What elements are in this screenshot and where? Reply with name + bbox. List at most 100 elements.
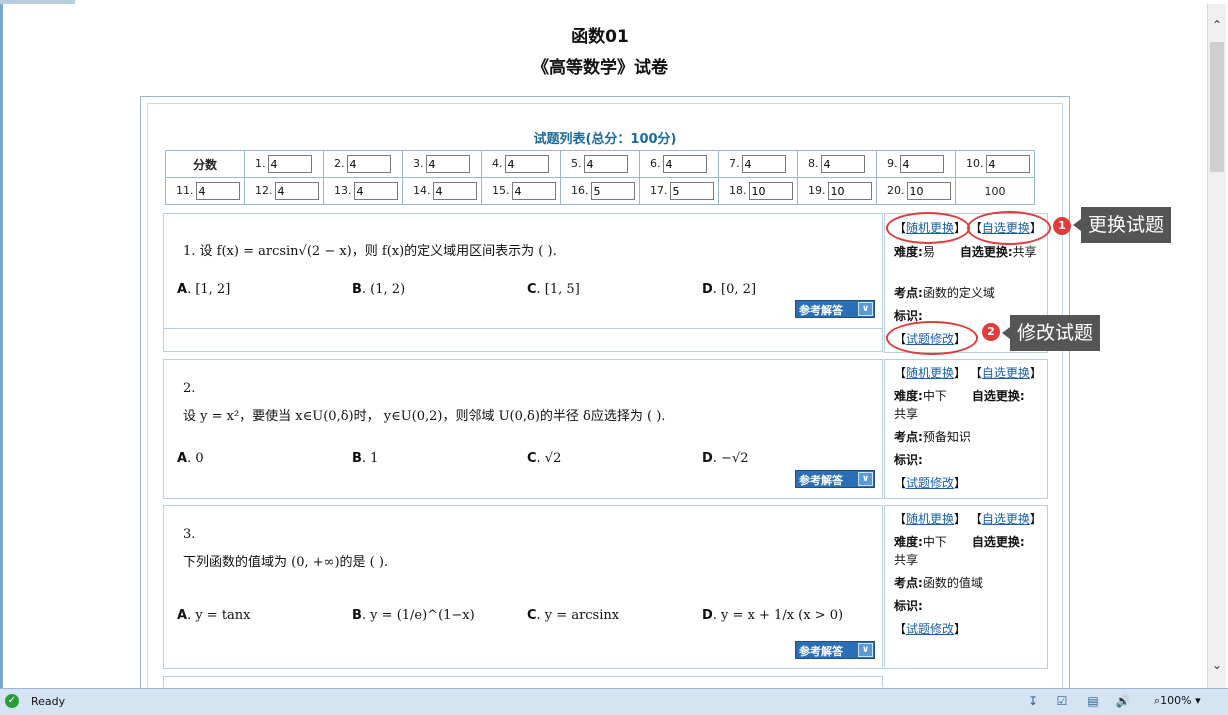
question-2-option-a[interactable]: A. 0 — [177, 451, 204, 466]
score-input[interactable] — [267, 155, 312, 173]
random-change-link[interactable]: 随机更换 — [906, 512, 954, 526]
speaker-icon[interactable]: 🔊 — [1114, 693, 1132, 709]
checkbox-icon[interactable]: ☑ — [1053, 693, 1071, 709]
score-input[interactable] — [353, 182, 398, 200]
score-input[interactable] — [425, 155, 470, 173]
score-input[interactable] — [741, 155, 786, 173]
score-input[interactable] — [511, 182, 556, 200]
download-icon[interactable]: ↧ — [1024, 693, 1042, 709]
score-num: 8. — [808, 157, 819, 170]
annotation-ellipse-random — [886, 212, 970, 244]
score-num: 15. — [492, 184, 510, 197]
question-3-option-c[interactable]: C. y = arcsinx — [527, 608, 619, 623]
option-value: . √2 — [536, 451, 562, 466]
window-icon[interactable]: ▤ — [1084, 693, 1102, 709]
score-cell: 1. — [244, 150, 324, 178]
difficulty-value: 中下 — [922, 389, 947, 403]
scroll-thumb[interactable] — [1210, 42, 1224, 172]
question-3-option-b[interactable]: B. y = (1/e)^(1−x) — [352, 608, 475, 623]
score-cell: 4. — [481, 150, 561, 178]
point-label: 考点: — [894, 286, 923, 300]
difficulty-label: 难度: — [894, 245, 923, 259]
question-2-point: 考点:预备知识 — [894, 428, 971, 445]
score-input[interactable] — [820, 155, 865, 173]
difficulty-label: 难度: — [894, 389, 923, 403]
score-total: 100 — [955, 177, 1035, 205]
score-cell: 5. — [560, 150, 640, 178]
question-2-edit: 【试题修改】 — [894, 476, 967, 490]
scroll-up-icon[interactable]: ⌃ — [1210, 18, 1224, 34]
difficulty-label: 难度: — [894, 535, 923, 549]
self-change-link[interactable]: 自选更换 — [982, 512, 1030, 526]
question-3-number: 3. — [183, 527, 196, 542]
question-1-option-c[interactable]: C. [1, 5] — [527, 282, 580, 297]
vertical-scrollbar[interactable]: ⌃ ⌄ — [1207, 4, 1226, 690]
annotation-badge-2: 2 — [982, 323, 1000, 341]
score-input[interactable] — [669, 182, 714, 200]
edit-question-link[interactable]: 试题修改 — [906, 622, 954, 636]
score-num: 11. — [176, 184, 194, 197]
question-2-option-c[interactable]: C. √2 — [527, 451, 561, 466]
question-3-option-a[interactable]: A. y = tanx — [177, 608, 251, 623]
question-3-text: 下列函数的值域为 (0, +∞)的是 ( ). — [183, 555, 389, 570]
score-num: 13. — [334, 184, 352, 197]
status-bar: ✓ Ready ↧ ☑ ▤ 🔊 ⌕100% ▾ — [0, 688, 1228, 715]
score-input[interactable] — [662, 155, 707, 173]
edit-question-link[interactable]: 试题修改 — [906, 476, 954, 490]
point-value: 预备知识 — [922, 430, 971, 444]
score-input[interactable] — [827, 182, 872, 200]
score-cell: 20. — [876, 177, 956, 205]
question-3-option-d[interactable]: D. y = x + 1/x (x > 0) — [702, 608, 843, 623]
score-input[interactable] — [906, 182, 951, 200]
score-cell: 17. — [639, 177, 719, 205]
option-value: . (1, 2) — [361, 282, 406, 297]
score-num: 7. — [729, 157, 740, 170]
question-2-option-b[interactable]: B. 1 — [352, 451, 378, 466]
score-input[interactable] — [504, 155, 549, 173]
option-value: . 1 — [361, 451, 379, 466]
scroll-down-icon[interactable]: ⌄ — [1210, 658, 1224, 674]
question-3-box — [163, 505, 883, 669]
question-4-box-partial — [163, 676, 883, 687]
score-num: 6. — [650, 157, 661, 170]
score-input[interactable] — [195, 182, 240, 200]
question-2-share: 共享 — [894, 407, 919, 421]
score-input[interactable] — [590, 182, 635, 200]
answer-button[interactable]: 参考解答 ∨ — [795, 300, 875, 318]
score-num: 14. — [413, 184, 431, 197]
question-2-option-d[interactable]: D. −√2 — [702, 451, 749, 466]
option-letter: C — [527, 608, 537, 623]
annotation-ellipse-edit — [886, 321, 978, 355]
question-1-option-a[interactable]: A. [1, 2] — [177, 282, 230, 297]
score-input[interactable] — [748, 182, 793, 200]
score-input[interactable] — [899, 155, 944, 173]
score-input[interactable] — [985, 155, 1030, 173]
question-1-option-d[interactable]: D. [0, 2] — [702, 282, 756, 297]
answer-button[interactable]: 参考解答 ∨ — [795, 470, 875, 488]
point-value: 函数的值域 — [922, 576, 983, 590]
answer-button[interactable]: 参考解答 ∨ — [795, 641, 875, 659]
random-change-link[interactable]: 随机更换 — [906, 366, 954, 380]
score-input[interactable] — [274, 182, 319, 200]
score-num: 2. — [334, 157, 345, 170]
self-change-link[interactable]: 自选更换 — [982, 366, 1030, 380]
question-2-difficulty: 难度:中下 自选更换: — [894, 387, 1025, 404]
score-cell: 6. — [639, 150, 719, 178]
question-1-option-b[interactable]: B. (1, 2) — [352, 282, 405, 297]
score-row-2: 11. 12. 13. 14. 15. 16. 17. 18. 19. 20. … — [165, 177, 1035, 205]
point-value: 函数的定义域 — [922, 286, 995, 300]
score-input[interactable] — [583, 155, 628, 173]
chevron-down-icon: ∨ — [858, 643, 873, 657]
window-top-edge — [0, 0, 75, 4]
score-input[interactable] — [346, 155, 391, 173]
score-cell: 10. — [955, 150, 1035, 178]
score-input[interactable] — [432, 182, 477, 200]
question-3-mark: 标识: — [894, 597, 923, 614]
score-num: 20. — [887, 184, 905, 197]
answer-button-label: 参考解答 — [799, 645, 843, 658]
score-label: 分数 — [165, 150, 245, 178]
zoom-level[interactable]: ⌕100% ▾ — [1154, 694, 1201, 708]
page-title: 函数01 — [571, 27, 629, 47]
score-num: 16. — [571, 184, 589, 197]
question-3-difficulty: 难度:中下 自选更换: — [894, 533, 1025, 550]
